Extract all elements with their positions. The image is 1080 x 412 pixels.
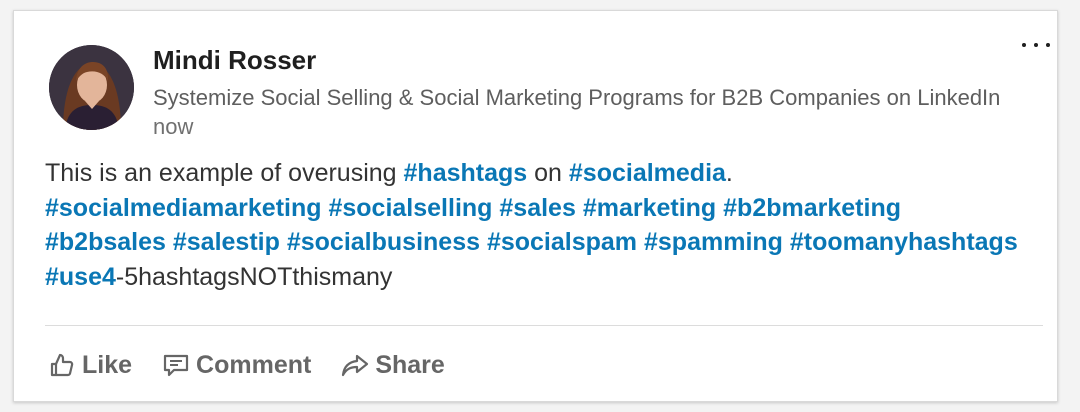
thumbs-up-icon: [50, 353, 74, 377]
post-body: This is an example of overusing #hashtag…: [45, 156, 1050, 294]
hashtag-link[interactable]: #salestip: [173, 228, 280, 256]
hashtag-link[interactable]: #use4: [45, 263, 116, 291]
dot: [1022, 43, 1026, 47]
avatar[interactable]: [49, 45, 134, 130]
post-timestamp: now: [153, 114, 194, 139]
hashtag-link[interactable]: #spamming: [644, 228, 783, 256]
share-label: Share: [375, 350, 445, 379]
author-name[interactable]: Mindi Rosser: [153, 45, 316, 76]
share-icon: [342, 354, 369, 377]
hashtag-link[interactable]: #socialmedia: [569, 159, 726, 187]
hashtag-link[interactable]: #hashtags: [404, 159, 528, 187]
author-headline: Systemize Social Selling & Social Market…: [153, 85, 1001, 110]
hashtag-link[interactable]: #socialmediamarketing: [45, 194, 322, 222]
hashtag-link[interactable]: #b2bmarketing: [723, 194, 901, 222]
hashtag-link[interactable]: #sales: [499, 194, 575, 222]
social-actions-bar: Like Comment Share: [48, 347, 475, 383]
hashtag-link[interactable]: #socialbusiness: [287, 228, 480, 256]
like-button[interactable]: Like: [48, 351, 132, 380]
profile-photo-icon: [49, 45, 134, 130]
hashtag-link[interactable]: #socialspam: [487, 228, 637, 256]
body-text: This is an example of overusing: [45, 159, 404, 187]
hashtag-link[interactable]: #marketing: [583, 194, 716, 222]
body-text: on: [527, 159, 569, 187]
like-label: Like: [82, 350, 133, 379]
hashtag-link[interactable]: #toomanyhashtags: [790, 228, 1018, 256]
comment-icon: [163, 354, 189, 377]
dot: [1046, 43, 1050, 47]
hashtag-link[interactable]: #b2bsales: [45, 228, 166, 256]
body-text: .: [725, 159, 733, 187]
ellipsis-icon[interactable]: [1018, 33, 1054, 55]
post-card: Mindi Rosser Systemize Social Selling & …: [13, 10, 1058, 402]
dot: [1034, 43, 1038, 47]
comment-button[interactable]: Comment: [162, 351, 311, 380]
hashtag-link[interactable]: #socialselling: [328, 194, 492, 222]
comment-label: Comment: [196, 350, 312, 379]
divider: [45, 325, 1043, 326]
share-button[interactable]: Share: [341, 350, 445, 380]
body-text: -5hashtagsNOTthismany: [115, 262, 393, 291]
